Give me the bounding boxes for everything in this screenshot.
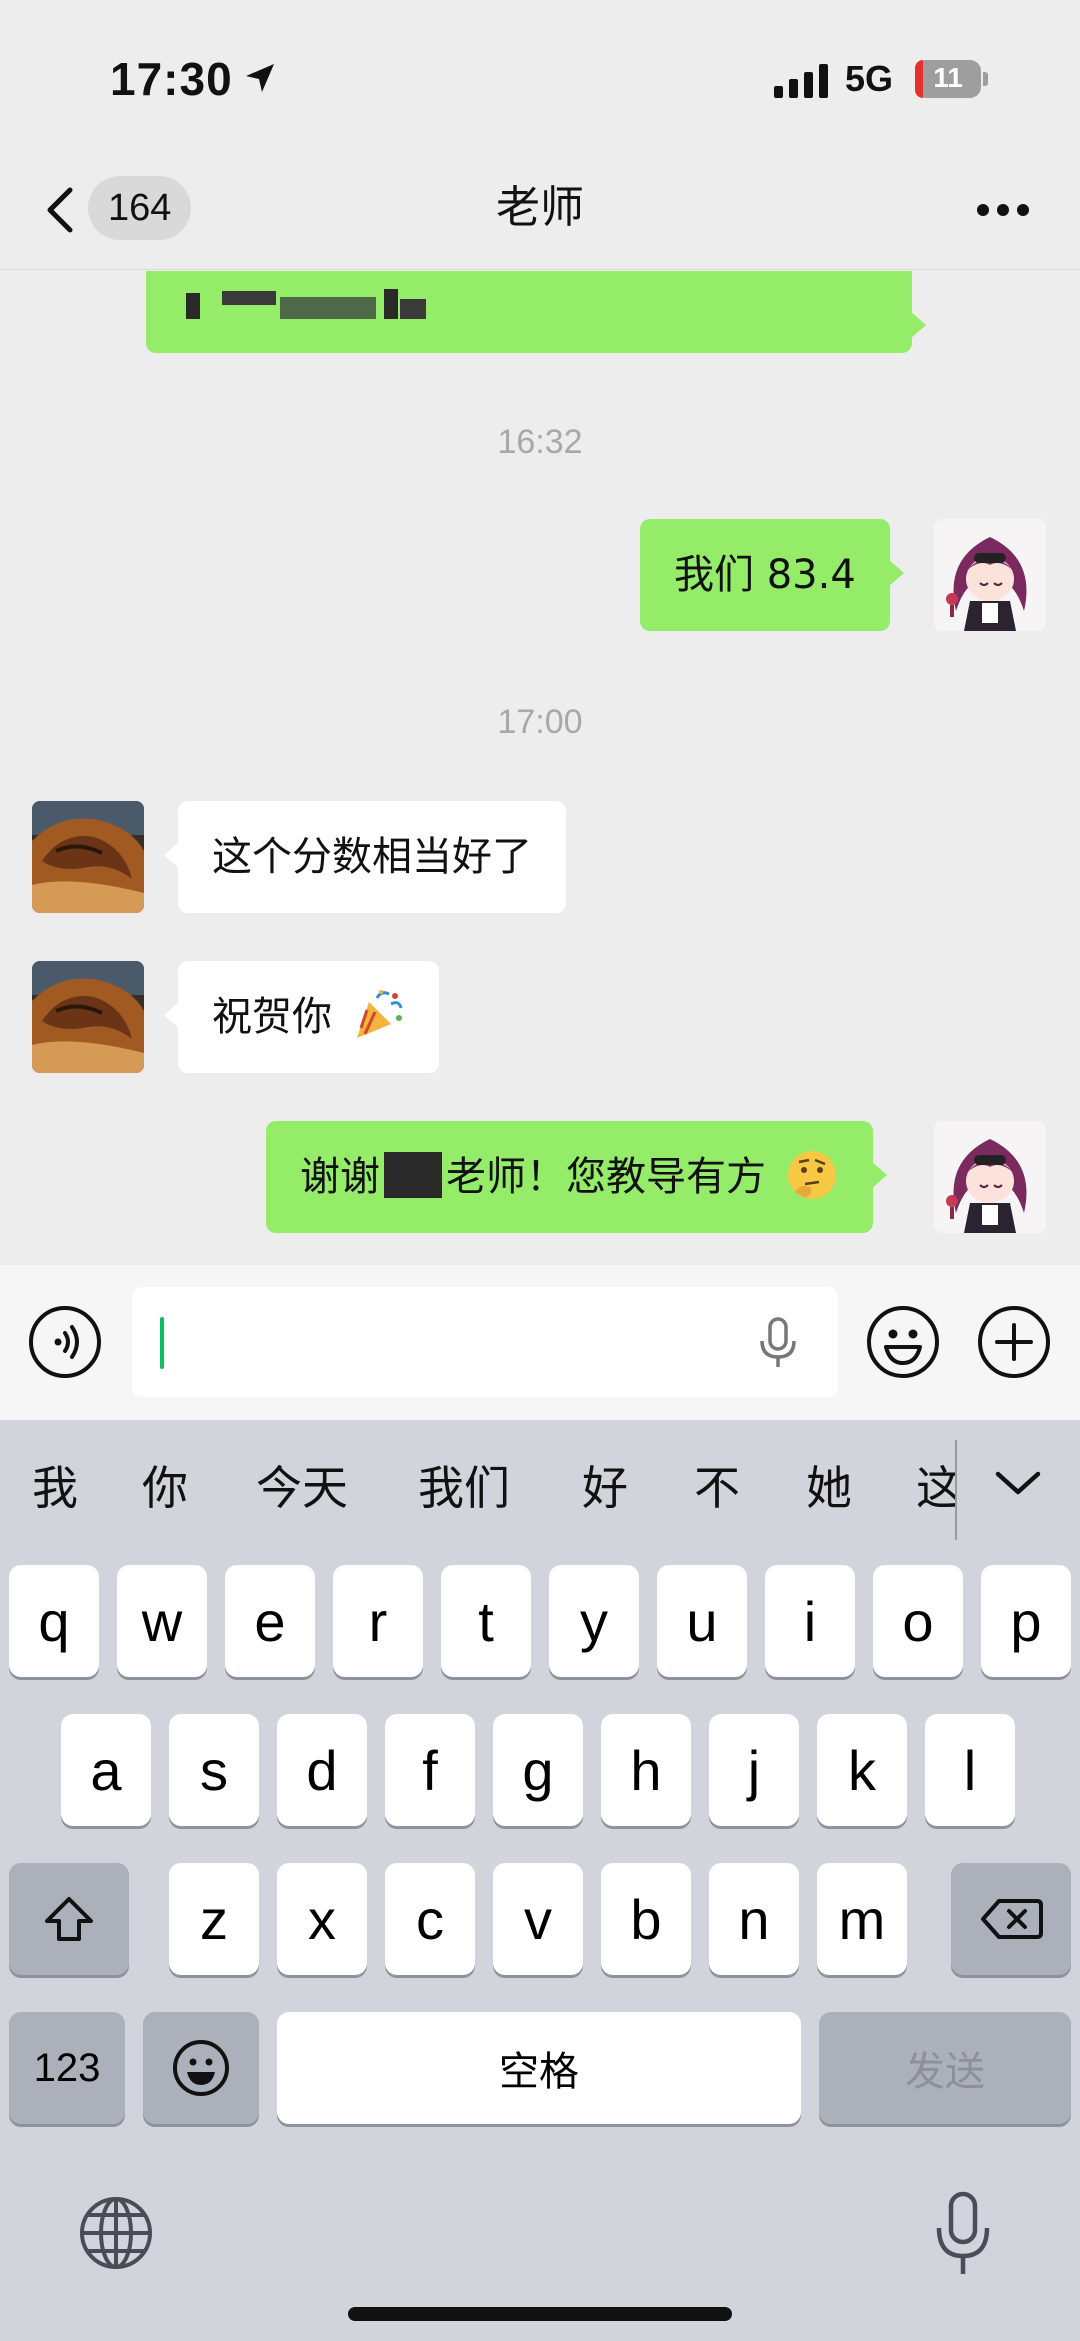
unread-count-badge[interactable]: 164 [88, 176, 192, 240]
back-chevron-icon[interactable] [40, 184, 80, 236]
key[interactable]: h [601, 1714, 691, 1826]
home-indicator[interactable] [348, 2307, 732, 2321]
key[interactable]: d [277, 1714, 367, 1826]
key[interactable]: y [549, 1565, 639, 1677]
globe-icon[interactable] [78, 2195, 154, 2271]
key[interactable]: t [441, 1565, 531, 1677]
key[interactable]: i [765, 1565, 855, 1677]
battery-level: 11 [933, 62, 963, 93]
candidate-word[interactable]: 她 [806, 1458, 852, 1518]
message-timestamp: 17:00 [497, 703, 583, 741]
outgoing-message-partial[interactable] [146, 271, 926, 353]
teacher-avatar[interactable] [32, 801, 144, 913]
candidate-word[interactable]: 这 [916, 1458, 956, 1518]
mic-icon[interactable] [758, 1317, 798, 1369]
redacted-text [280, 297, 376, 319]
party-popper-emoji-icon [356, 990, 403, 1038]
redacted-text [186, 293, 200, 319]
teacher-avatar[interactable] [32, 961, 144, 1073]
emoji-icon[interactable] [866, 1305, 940, 1379]
emoji-key-icon [173, 2040, 229, 2096]
key[interactable]: s [169, 1714, 259, 1826]
message-list[interactable]: 16:32 我们 83.4 17:00 这个分数相当好了 祝贺你 谢谢 老师！您… [0, 271, 1080, 1265]
message-timestamp: 16:32 [497, 423, 583, 461]
anime-girl-avatar-icon [934, 1121, 1046, 1233]
chat-title: 老师 [496, 182, 584, 233]
battery-icon: 11 [915, 60, 988, 98]
my-avatar[interactable] [934, 1121, 1046, 1233]
outgoing-message[interactable]: 我们 83.4 [640, 519, 904, 631]
key[interactable]: l [925, 1714, 1015, 1826]
message-text-part: 老师！您教导有方 [446, 1154, 766, 1200]
key[interactable]: x [277, 1863, 367, 1975]
key[interactable]: c [385, 1863, 475, 1975]
message-text: 我们 83.4 [674, 552, 856, 598]
shift-key[interactable] [9, 1863, 129, 1975]
redacted-text [222, 291, 276, 305]
candidate-word[interactable]: 好 [582, 1458, 628, 1518]
key[interactable]: z [169, 1863, 259, 1975]
backspace-icon [981, 1899, 1043, 1939]
candidate-word[interactable]: 我们 [418, 1458, 510, 1518]
message-text: 祝贺你 [212, 994, 332, 1040]
key[interactable]: a [61, 1714, 151, 1826]
plus-icon[interactable] [977, 1305, 1051, 1379]
redacted-text [384, 289, 398, 319]
message-text-part: 谢谢 [300, 1154, 380, 1200]
shift-icon [45, 1897, 93, 1941]
incoming-message[interactable]: 这个分数相当好了 [164, 801, 566, 913]
key[interactable]: w [117, 1565, 207, 1677]
anime-girl-avatar-icon [934, 519, 1046, 631]
key[interactable]: o [873, 1565, 963, 1677]
keyboard: 我 你 今天 我们 好 不 她 这 q w e r t y u i o p a … [0, 1420, 1080, 2341]
my-avatar[interactable] [934, 519, 1046, 631]
key[interactable]: e [225, 1565, 315, 1677]
send-key[interactable]: 发送 [819, 2012, 1071, 2124]
voice-mode-icon[interactable] [28, 1305, 102, 1379]
key[interactable]: f [385, 1714, 475, 1826]
more-dots-icon[interactable] [975, 202, 1031, 218]
backspace-key[interactable] [951, 1863, 1071, 1975]
message-input[interactable] [132, 1287, 838, 1397]
thinking-emoji-icon [787, 1151, 836, 1199]
key[interactable]: k [817, 1714, 907, 1826]
emoji-key[interactable] [143, 2012, 259, 2124]
candidate-word[interactable]: 你 [142, 1458, 188, 1518]
message-text: 这个分数相当好了 [212, 834, 532, 880]
key[interactable]: b [601, 1863, 691, 1975]
status-time: 17:30 [110, 53, 233, 105]
collapse-chevron-icon[interactable] [994, 1466, 1042, 1500]
key[interactable]: j [709, 1714, 799, 1826]
chat-header: 164 老师 [0, 150, 1080, 270]
redacted-name [384, 1152, 442, 1198]
key[interactable]: n [709, 1863, 799, 1975]
key[interactable]: q [9, 1565, 99, 1677]
redacted-text [400, 299, 426, 319]
dictation-mic-icon[interactable] [934, 2190, 992, 2278]
candidate-word[interactable]: 不 [694, 1458, 740, 1518]
desert-dune-avatar-icon [32, 801, 144, 913]
location-arrow-icon [246, 64, 274, 92]
key[interactable]: p [981, 1565, 1071, 1677]
key[interactable]: u [657, 1565, 747, 1677]
outgoing-message[interactable]: 谢谢 老师！您教导有方 [266, 1121, 887, 1233]
message-input-bar [0, 1265, 1080, 1420]
candidate-word[interactable]: 今天 [256, 1458, 348, 1518]
candidate-bar: 我 你 今天 我们 好 不 她 这 [0, 1420, 1080, 1560]
desert-dune-avatar-icon [32, 961, 144, 1073]
space-key[interactable]: 空格 [277, 2012, 801, 2124]
candidate-word[interactable]: 我 [32, 1458, 78, 1518]
key[interactable]: m [817, 1863, 907, 1975]
numbers-key[interactable]: 123 [9, 2012, 125, 2124]
candidate-separator [955, 1440, 957, 1540]
key[interactable]: r [333, 1565, 423, 1677]
key[interactable]: v [493, 1863, 583, 1975]
signal-icon [774, 64, 828, 98]
key[interactable]: g [493, 1714, 583, 1826]
network-type: 5G [845, 58, 894, 99]
text-caret [160, 1317, 164, 1369]
status-bar: 17:30 5G 11 [0, 0, 1080, 150]
incoming-message[interactable]: 祝贺你 [164, 961, 439, 1073]
